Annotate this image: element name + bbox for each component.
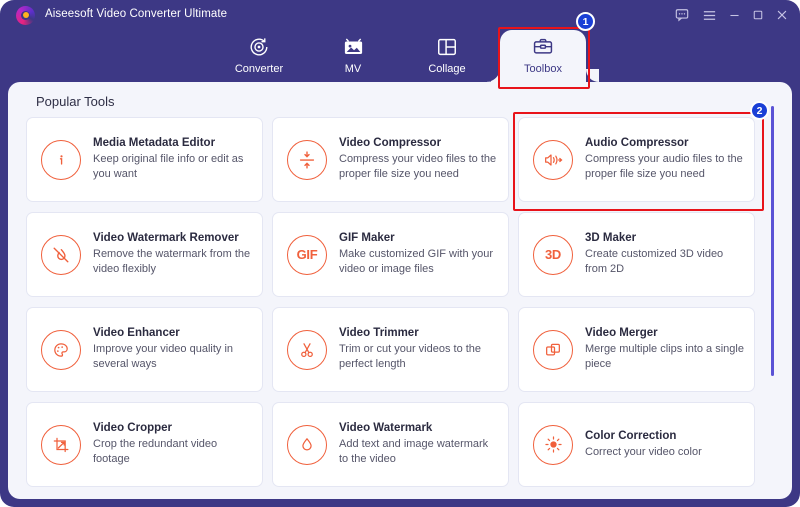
brightness-sun-icon [533, 424, 573, 465]
mv-icon [342, 35, 365, 59]
page-title: Popular Tools [36, 94, 115, 109]
tool-title: Video Compressor [339, 137, 442, 150]
tool-text: Video Compressor Compress your video fil… [339, 137, 498, 181]
droplet-icon [287, 424, 327, 465]
tool-card-video-merger[interactable]: Video Merger Merge multiple clips into a… [518, 307, 755, 392]
tool-card-audio-compressor[interactable]: Audio Compressor Compress your audio fil… [513, 112, 764, 211]
tool-desc: Make customized GIF with your video or i… [339, 248, 494, 275]
gif-icon-label: GIF [296, 247, 318, 262]
tool-text: Video Watermark Add text and image water… [339, 422, 498, 466]
scissors-icon [287, 329, 327, 370]
tool-title: Video Trimmer [339, 327, 419, 340]
tool-desc: Add text and image watermark to the vide… [339, 438, 489, 465]
tool-text: Media Metadata Editor Keep original file… [93, 137, 252, 181]
tool-desc: Compress your audio files to the proper … [585, 153, 743, 180]
gif-icon: GIF [287, 234, 327, 275]
tool-text: Video Merger Merge multiple clips into a… [585, 327, 744, 371]
tool-title: GIF Maker [339, 232, 395, 245]
tool-text: Color Correction Correct your video colo… [585, 430, 702, 460]
menu-icon[interactable] [699, 5, 719, 25]
minimize-icon[interactable] [724, 5, 744, 25]
tool-title: 3D Maker [585, 232, 637, 245]
tab-collage[interactable]: Collage [399, 30, 495, 82]
tool-desc: Compress your video files to the proper … [339, 153, 497, 180]
collage-icon [436, 35, 458, 59]
three-d-icon: 3D [533, 234, 573, 275]
tool-title: Media Metadata Editor [93, 137, 216, 150]
tool-card-gif-maker[interactable]: GIF GIF Maker Make customized GIF with y… [272, 212, 509, 297]
palette-icon [41, 329, 81, 370]
info-circle-icon [41, 139, 81, 180]
merge-layers-icon [533, 329, 573, 370]
tool-grid: Media Metadata Editor Keep original file… [26, 112, 774, 492]
toolbox-panel: Popular Tools Media Metadata Editor Keep… [8, 82, 792, 499]
tool-card-video-compressor[interactable]: Video Compressor Compress your video fil… [272, 117, 509, 202]
tool-card-media-metadata-editor[interactable]: Media Metadata Editor Keep original file… [26, 117, 263, 202]
tab-mv[interactable]: MV [305, 30, 401, 82]
tool-title: Video Cropper [93, 422, 173, 435]
watermark-remove-icon [41, 234, 81, 275]
tool-text: Video Trimmer Trim or cut your videos to… [339, 327, 498, 371]
tool-title: Video Enhancer [93, 327, 180, 340]
tool-title: Audio Compressor [585, 137, 689, 150]
tool-title: Video Watermark [339, 422, 433, 435]
tool-desc: Improve your video quality in several wa… [93, 343, 234, 370]
converter-icon [248, 35, 270, 59]
compress-arrows-icon [287, 139, 327, 180]
tool-text: 3D Maker Create customized 3D video from… [585, 232, 744, 276]
tab-converter[interactable]: Converter [211, 30, 307, 82]
tab-label: Toolbox [524, 63, 562, 75]
crop-icon [41, 424, 81, 465]
tool-desc: Keep original file info or edit as you w… [93, 153, 244, 180]
logo-dot [23, 12, 29, 18]
tool-text: Video Watermark Remover Remove the water… [93, 232, 252, 276]
tool-card-video-enhancer[interactable]: Video Enhancer Improve your video qualit… [26, 307, 263, 392]
vertical-scrollbar-thumb[interactable] [771, 106, 774, 376]
main-navigation: Converter MV Collage Toolbox [0, 30, 800, 82]
tool-title: Color Correction [585, 429, 677, 442]
toolbox-icon [532, 35, 554, 59]
tool-card-video-cropper[interactable]: Video Cropper Crop the redundant video f… [26, 402, 263, 487]
step-badge-1: 1 [576, 12, 595, 31]
step-badge-2: 2 [750, 101, 769, 120]
tool-desc: Create customized 3D video from 2D [585, 248, 724, 275]
app-title: Aiseesoft Video Converter Ultimate [45, 8, 228, 20]
tab-toolbox[interactable]: Toolbox [486, 30, 600, 82]
tab-label: Converter [234, 63, 284, 75]
tool-text: Video Enhancer Improve your video qualit… [93, 327, 252, 371]
tab-corner-right [586, 68, 600, 82]
tool-text: Video Cropper Crop the redundant video f… [93, 422, 252, 466]
tool-desc: Crop the redundant video footage [93, 438, 218, 465]
tool-text: GIF Maker Make customized GIF with your … [339, 232, 498, 276]
tool-card-video-watermark[interactable]: Video Watermark Add text and image water… [272, 402, 509, 487]
tool-text: Audio Compressor Compress your audio fil… [585, 137, 744, 181]
tool-title: Video Merger [585, 327, 658, 340]
tool-desc: Correct your video color [585, 445, 702, 458]
tab-label: MV [344, 63, 362, 75]
application-window: Aiseesoft Video Converter Ultimate Conve… [0, 0, 800, 507]
tool-desc: Merge multiple clips into a single piece [585, 343, 744, 370]
maximize-icon[interactable] [748, 5, 768, 25]
speaker-compress-icon [533, 139, 573, 180]
tab-label: Collage [428, 63, 466, 75]
tool-title: Video Watermark Remover [93, 232, 239, 245]
tool-card-3d-maker[interactable]: 3D 3D Maker Create customized 3D video f… [518, 212, 755, 297]
tool-card-video-watermark-remover[interactable]: Video Watermark Remover Remove the water… [26, 212, 263, 297]
aiseesoft-logo-icon [16, 6, 35, 25]
tab-corner-left [486, 68, 500, 82]
tool-card-video-trimmer[interactable]: Video Trimmer Trim or cut your videos to… [272, 307, 509, 392]
feedback-icon[interactable] [672, 5, 692, 25]
title-bar: Aiseesoft Video Converter Ultimate [0, 0, 800, 30]
three-d-icon-label: 3D [544, 247, 562, 262]
close-icon[interactable] [772, 5, 792, 25]
tool-desc: Remove the watermark from the video flex… [93, 248, 251, 275]
tool-card-color-correction[interactable]: Color Correction Correct your video colo… [518, 402, 755, 487]
tool-desc: Trim or cut your videos to the perfect l… [339, 343, 482, 370]
